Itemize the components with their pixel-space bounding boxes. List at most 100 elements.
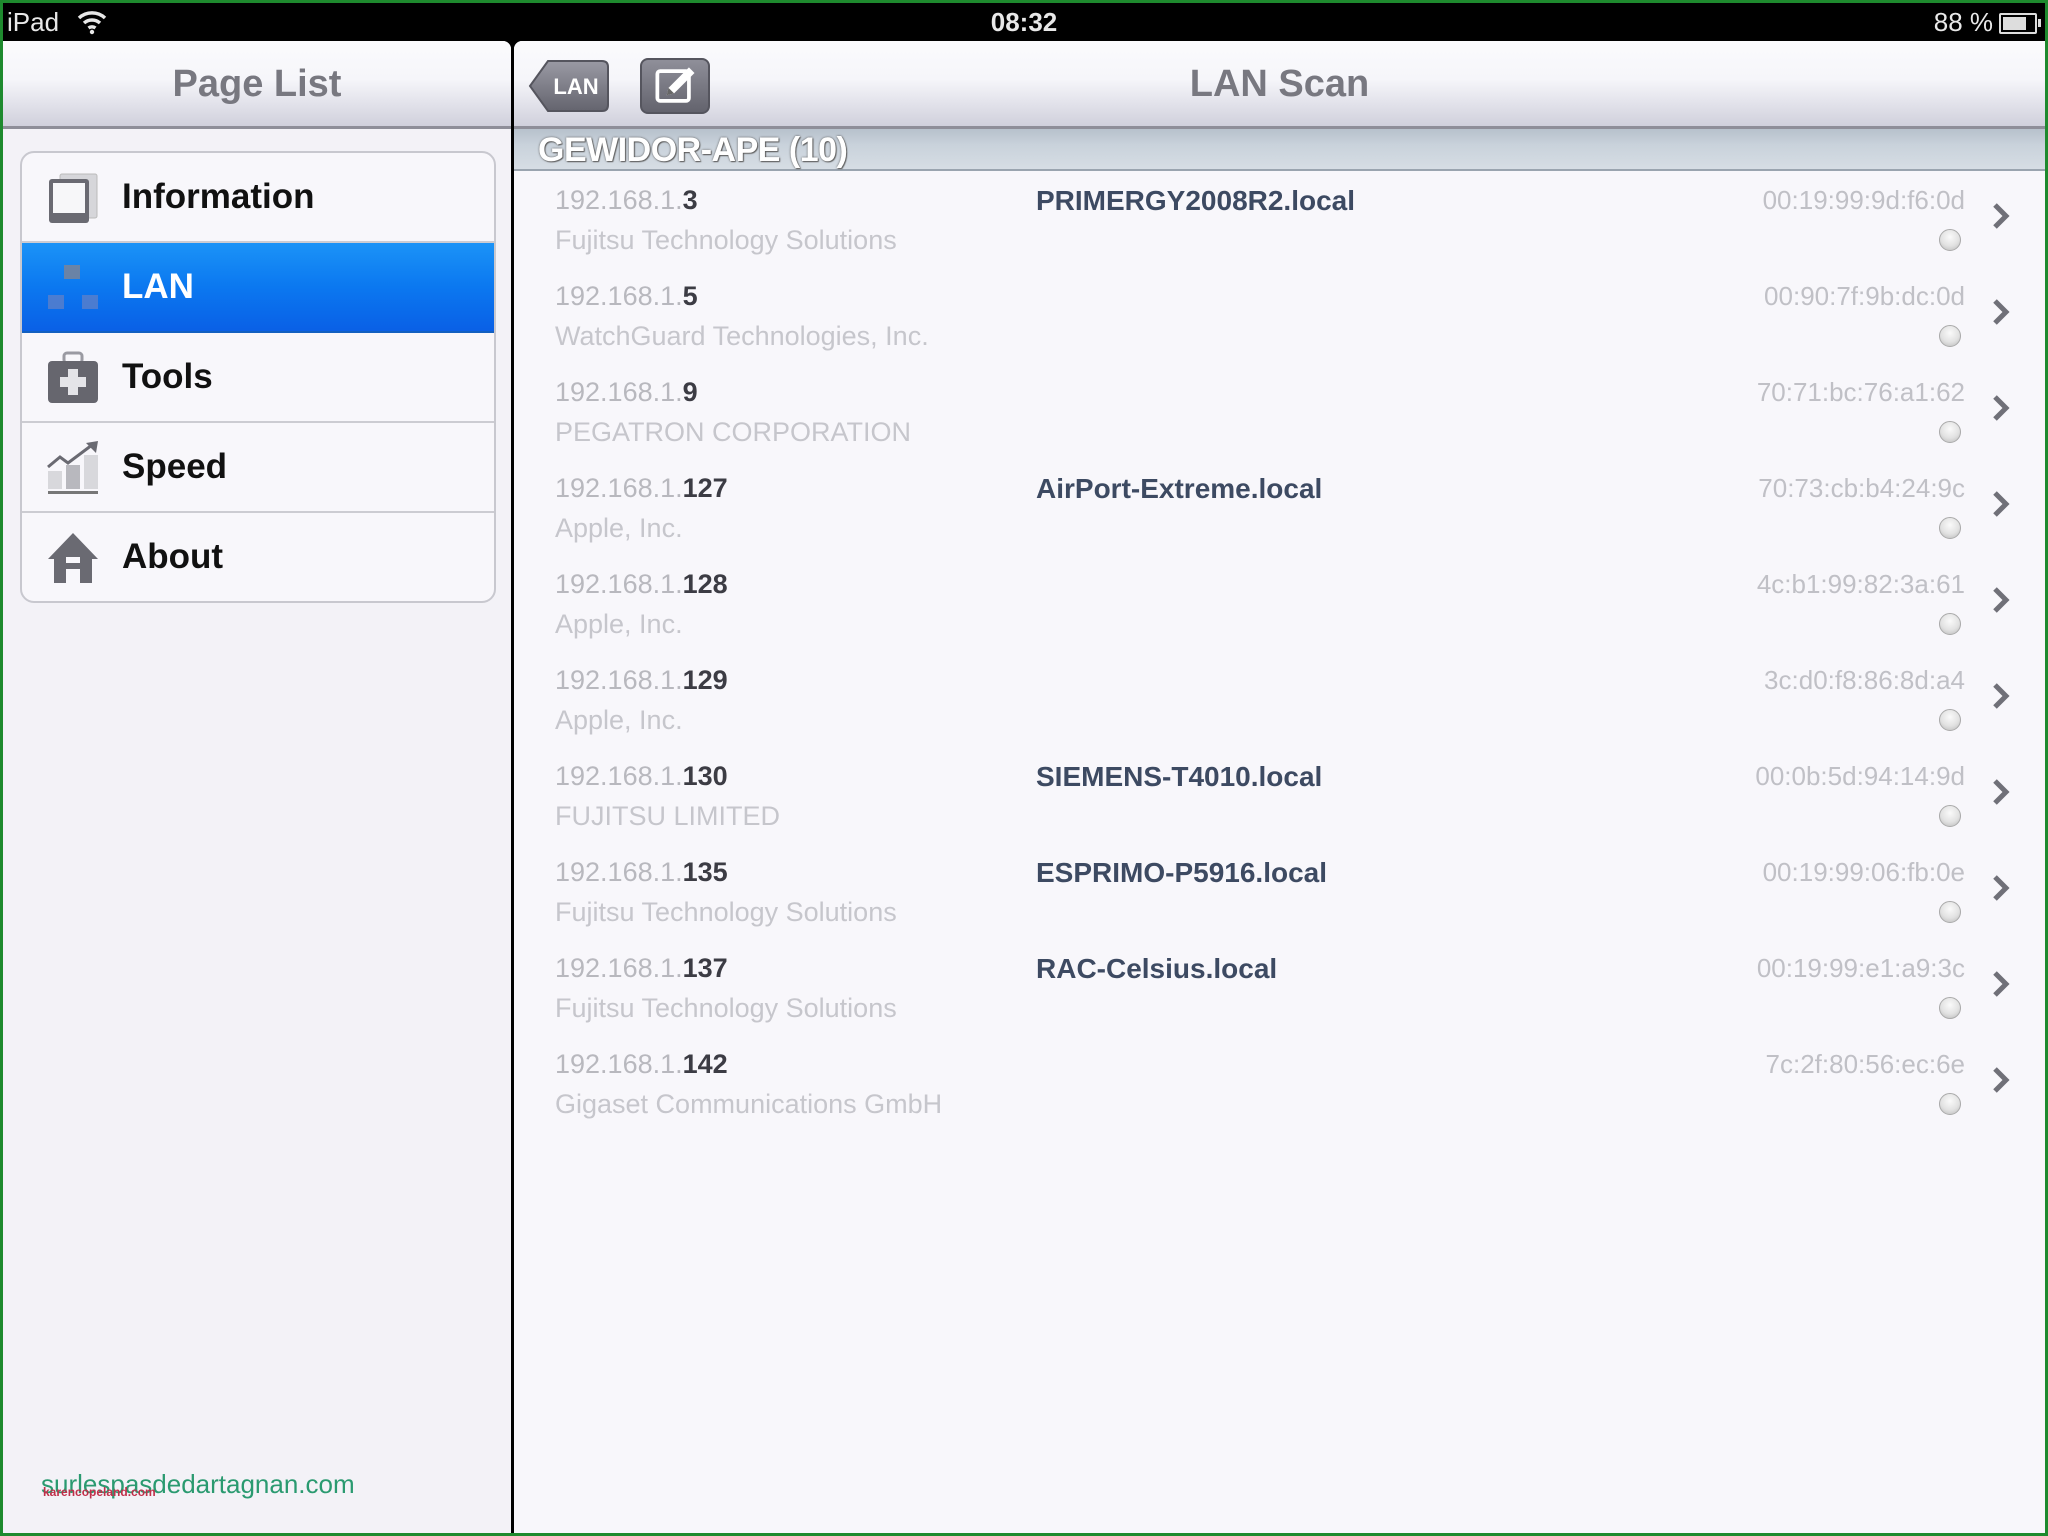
mac-address: 7c:2f:80:56:ec:6e <box>1765 1049 1965 1079</box>
sidebar-item-information[interactable]: Information <box>22 153 494 243</box>
sidebar-title: Page List <box>172 63 342 105</box>
status-indicator-icon <box>1939 613 1961 635</box>
page-title: LAN Scan <box>1189 63 1370 105</box>
ip-prefix: 192.168.1. <box>555 761 683 791</box>
chevron-right-icon[interactable] <box>1991 873 2011 903</box>
mac-address: 00:0b:5d:94:14:9d <box>1755 761 1965 791</box>
ip-address: 192.168.1.130 <box>555 761 728 792</box>
device-row[interactable]: 192.168.1.5 WatchGuard Technologies, Inc.… <box>514 267 2045 363</box>
device-row[interactable]: 192.168.1.142 Gigaset Communications GmbH… <box>514 1035 2045 1131</box>
sidebar-item-lan[interactable]: LAN <box>22 243 494 333</box>
hostname: AirPort-Extreme.local <box>1036 473 1323 504</box>
vendor-name: Apple, Inc. <box>555 513 683 543</box>
hostname: SIEMENS-T4010.local <box>1036 761 1323 792</box>
ip-prefix: 192.168.1. <box>555 569 683 599</box>
status-indicator-icon <box>1939 709 1961 731</box>
chevron-right-icon[interactable] <box>1991 393 2011 423</box>
sidebar: Page List Information LAN Tools Speed Ab… <box>3 41 511 1533</box>
mac-address: 00:90:7f:9b:dc:0d <box>1764 281 1965 311</box>
vendor-name: Fujitsu Technology Solutions <box>555 225 897 255</box>
status-indicator-icon <box>1939 805 1961 827</box>
clock: 08:32 <box>990 7 1058 37</box>
mac-address: 00:19:99:9d:f6:0d <box>1762 185 1965 215</box>
main-pane: LAN LAN Scan GEWIDOR-APE (10) 192.168.1.… <box>514 41 2045 1533</box>
status-indicator-icon <box>1939 421 1961 443</box>
status-indicator-icon <box>1939 901 1961 923</box>
ip-address: 192.168.1.137 <box>555 953 728 984</box>
sidebar-item-tools[interactable]: Tools <box>22 333 494 423</box>
device-row[interactable]: 192.168.1.130 FUJITSU LIMITED SIEMENS-T401… <box>514 747 2045 843</box>
mac-address: 70:73:cb:b4:24:9c <box>1758 473 1965 503</box>
device-row[interactable]: 192.168.1.128 Apple, Inc. 4c:b1:99:82:3a:6… <box>514 555 2045 651</box>
sidebar-item-label: About <box>122 537 224 576</box>
ip-prefix: 192.168.1. <box>555 185 683 215</box>
hostname: PRIMERGY2008R2.local <box>1036 185 1356 216</box>
device-row[interactable]: 192.168.1.3 Fujitsu Technology Solutions P… <box>514 171 2045 267</box>
chevron-right-icon[interactable] <box>1991 777 2011 807</box>
vendor-name: FUJITSU LIMITED <box>555 801 781 831</box>
ip-suffix: 142 <box>682 1049 728 1079</box>
ip-address: 192.168.1.3 <box>555 185 698 216</box>
chevron-right-icon[interactable] <box>1991 585 2011 615</box>
ip-suffix: 5 <box>682 281 698 311</box>
ip-suffix: 130 <box>682 761 728 791</box>
ip-suffix: 137 <box>682 953 728 983</box>
main-navbar: LAN LAN Scan <box>514 41 2045 129</box>
status-indicator-icon <box>1939 1093 1961 1115</box>
ip-address: 192.168.1.5 <box>555 281 698 312</box>
chevron-right-icon[interactable] <box>1991 681 2011 711</box>
mac-address: 3c:d0:f8:86:8d:a4 <box>1764 665 1965 695</box>
ip-prefix: 192.168.1. <box>555 281 683 311</box>
device-row[interactable]: 192.168.1.129 Apple, Inc. 3c:d0:f8:86:8d:a… <box>514 651 2045 747</box>
sidebar-item-label: LAN <box>122 267 194 306</box>
status-indicator-icon <box>1939 997 1961 1019</box>
chevron-right-icon[interactable] <box>1991 489 2011 519</box>
device-row[interactable]: 192.168.1.127 Apple, Inc. AirPort-Extreme.… <box>514 459 2045 555</box>
ip-address: 192.168.1.9 <box>555 377 698 408</box>
ip-suffix: 129 <box>682 665 728 695</box>
status-indicator-icon <box>1939 229 1961 251</box>
device-row[interactable]: 192.168.1.137 Fujitsu Technology Solution… <box>514 939 2045 1035</box>
ip-address: 192.168.1.129 <box>555 665 728 696</box>
vendor-name: Fujitsu Technology Solutions <box>555 897 897 927</box>
speed-chart-icon <box>47 441 98 494</box>
hostname: ESPRIMO-P5916.local <box>1036 857 1328 888</box>
vendor-name: Apple, Inc. <box>555 609 683 639</box>
ip-suffix: 3 <box>682 185 698 215</box>
hostname: RAC-Celsius.local <box>1036 953 1278 984</box>
sidebar-item-about[interactable]: About <box>22 513 494 601</box>
mac-address: 00:19:99:e1:a9:3c <box>1756 953 1965 983</box>
vendor-name: Gigaset Communications GmbH <box>555 1089 943 1119</box>
ip-suffix: 135 <box>682 857 728 887</box>
chevron-right-icon[interactable] <box>1991 201 2011 231</box>
vendor-name: WatchGuard Technologies, Inc. <box>555 321 929 351</box>
ip-prefix: 192.168.1. <box>555 953 683 983</box>
sidebar-item-label: Tools <box>122 357 213 396</box>
ip-address: 192.168.1.127 <box>555 473 728 504</box>
watermark-small: karencopeland.com <box>43 1485 156 1499</box>
chevron-right-icon[interactable] <box>1991 969 2011 999</box>
ip-address: 192.168.1.128 <box>555 569 728 600</box>
ip-suffix: 127 <box>682 473 728 503</box>
ip-address: 192.168.1.142 <box>555 1049 728 1080</box>
mac-address: 70:71:bc:76:a1:62 <box>1756 377 1965 407</box>
device-row[interactable]: 192.168.1.9 PEGATRON CORPORATION 70:71:bc:… <box>514 363 2045 459</box>
chevron-right-icon[interactable] <box>1991 297 2011 327</box>
page-list-menu: Information LAN Tools Speed About <box>20 151 496 603</box>
battery-icon <box>1999 13 2041 34</box>
ip-prefix: 192.168.1. <box>555 857 683 887</box>
device-list: 192.168.1.3 Fujitsu Technology Solutions P… <box>514 171 2045 1131</box>
status-bar: iPad 08:32 88 % <box>3 3 2045 41</box>
vendor-name: Fujitsu Technology Solutions <box>555 993 897 1023</box>
ip-address: 192.168.1.135 <box>555 857 728 888</box>
section-title: GEWIDOR-APE (10) <box>538 131 848 169</box>
vendor-name: PEGATRON CORPORATION <box>555 417 912 447</box>
ip-prefix: 192.168.1. <box>555 473 683 503</box>
mac-address: 00:19:99:06:fb:0e <box>1762 857 1965 887</box>
sidebar-item-speed[interactable]: Speed <box>22 423 494 513</box>
chevron-right-icon[interactable] <box>1991 1065 2011 1095</box>
sidebar-item-label: Speed <box>122 447 228 486</box>
lan-icon <box>48 265 98 309</box>
device-row[interactable]: 192.168.1.135 Fujitsu Technology Solution… <box>514 843 2045 939</box>
information-icon <box>49 173 98 223</box>
